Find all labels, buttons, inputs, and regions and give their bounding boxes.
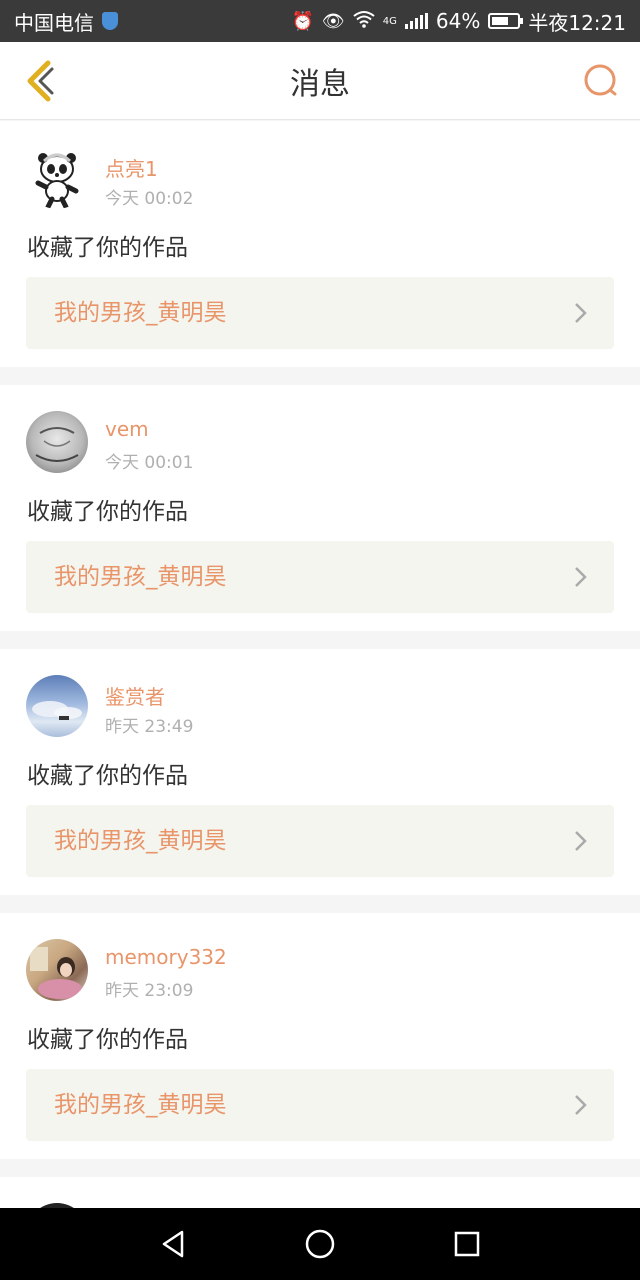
username[interactable]: 点亮1 [105,153,158,182]
panda-avatar[interactable] [26,147,88,209]
chevron-right-icon [575,303,587,323]
eye-icon: 👁 [321,10,345,32]
timestamp: 今天 00:01 [105,453,194,473]
back-triangle-icon [163,1230,184,1258]
work-title: 我的男孩_黄明昊 [54,828,227,854]
work-title: 我的男孩_黄明昊 [54,1092,227,1118]
shield-icon [102,12,118,30]
home-circle-icon [305,1229,335,1259]
signal-icon [404,13,428,29]
work-link[interactable]: 我的男孩_黄明昊 [26,805,614,877]
timestamp: 昨天 23:09 [105,981,194,1001]
battery-icon [488,13,524,29]
notification-card: 鉴赏者 昨天 23:49 收藏了你的作品 我的男孩_黄明昊 [0,649,640,895]
username[interactable]: memory332 [105,945,227,969]
search-icon [584,64,617,96]
work-title: 我的男孩_黄明昊 [54,300,227,326]
clock: 半夜12:21 [528,10,626,35]
notification-card: 点亮1 今天 00:02 收藏了你的作品 我的男孩_黄明昊 [0,121,640,367]
chevron-right-icon [575,831,587,851]
action-text: 收藏了你的作品 [27,1027,188,1053]
username[interactable]: vem [105,417,149,441]
notification-list: 点亮1 今天 00:02 收藏了你的作品 我的男孩_黄明昊 vem 今天 00:… [0,121,640,1265]
system-nav-bar [0,1208,640,1280]
page-title: 消息 [290,66,350,102]
action-text: 收藏了你的作品 [27,763,188,789]
photo-avatar[interactable] [26,939,88,1001]
app-header: 消息 [0,42,640,120]
alarm-icon: ⏰ [291,10,314,32]
sketch-avatar[interactable] [26,411,88,473]
nav-recents-button[interactable] [437,1214,497,1274]
timestamp: 今天 00:02 [105,189,194,209]
work-link[interactable]: 我的男孩_黄明昊 [26,1069,614,1141]
chevron-right-icon [575,567,587,587]
carrier-label: 中国电信 [14,10,94,35]
network-type: 4G [382,15,397,27]
action-text: 收藏了你的作品 [27,235,188,261]
work-title: 我的男孩_黄明昊 [54,564,227,590]
nav-home-button[interactable] [290,1214,350,1274]
username[interactable]: 鉴赏者 [105,681,165,710]
work-link[interactable]: 我的男孩_黄明昊 [26,541,614,613]
recents-square-icon [454,1231,479,1257]
action-text: 收藏了你的作品 [27,499,188,525]
status-bar: 中国电信 ⏰ 👁 4G 64% 半夜12:21 [0,0,640,42]
notification-card: vem 今天 00:01 收藏了你的作品 我的男孩_黄明昊 [0,385,640,631]
search-button[interactable] [576,56,626,106]
notification-card: memory332 昨天 23:09 收藏了你的作品 我的男孩_黄明昊 [0,913,640,1159]
wifi-icon [353,10,375,33]
nav-back-button[interactable] [143,1214,203,1274]
chevron-right-icon [575,1095,587,1115]
sky-avatar[interactable] [26,675,88,737]
timestamp: 昨天 23:49 [105,717,194,737]
work-link[interactable]: 我的男孩_黄明昊 [26,277,614,349]
battery-percent: 64% [435,9,481,33]
